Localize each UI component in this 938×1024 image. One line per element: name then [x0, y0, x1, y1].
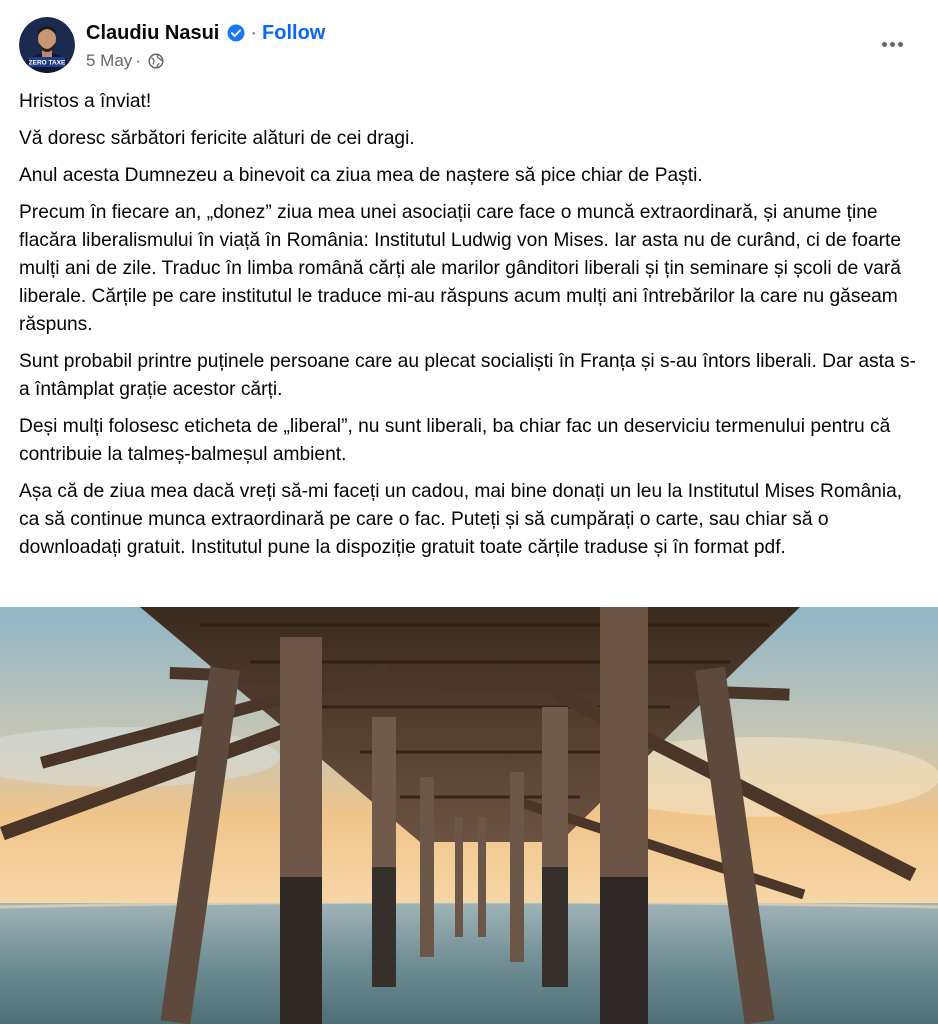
post-paragraph: Sunt probabil printre puținele persoane … — [19, 351, 916, 400]
post-paragraph: Precum în fiecare an, „donez” ziua mea u… — [19, 202, 902, 335]
post-paragraph: Hristos a înviat! — [19, 91, 152, 112]
follow-button[interactable]: Follow — [262, 22, 325, 45]
author-row: Claudiu Nasui · Follow — [86, 20, 325, 46]
post-paragraph: Deși mulți folosesc eticheta de „liberal… — [19, 416, 891, 465]
author-name[interactable]: Claudiu Nasui — [86, 22, 219, 45]
separator-dot: · — [250, 21, 258, 44]
post-header: ZERO TAXE Claudiu Nasui · Follow 5 May · — [0, 0, 938, 90]
more-options-icon[interactable] — [872, 32, 912, 56]
post-paragraph: Așa că de ziua mea dacă vreți să-mi face… — [19, 481, 903, 558]
post-date[interactable]: 5 May — [86, 51, 132, 71]
verified-badge-icon — [227, 24, 245, 42]
avatar[interactable]: ZERO TAXE — [19, 17, 75, 73]
date-separator: · — [135, 51, 141, 70]
avatar-badge-text: ZERO TAXE — [29, 60, 66, 67]
post-paragraph: Anul acesta Dumnezeu a binevoit ca ziua … — [19, 165, 703, 186]
globe-icon[interactable] — [148, 53, 164, 69]
post-photo-pier[interactable] — [0, 607, 938, 1024]
post-body: Hristos a înviat! Vă doresc sărbători fe… — [19, 88, 919, 571]
post-meta: 5 May · — [86, 50, 164, 72]
post-paragraph: Vă doresc sărbători fericite alături de … — [19, 128, 415, 149]
